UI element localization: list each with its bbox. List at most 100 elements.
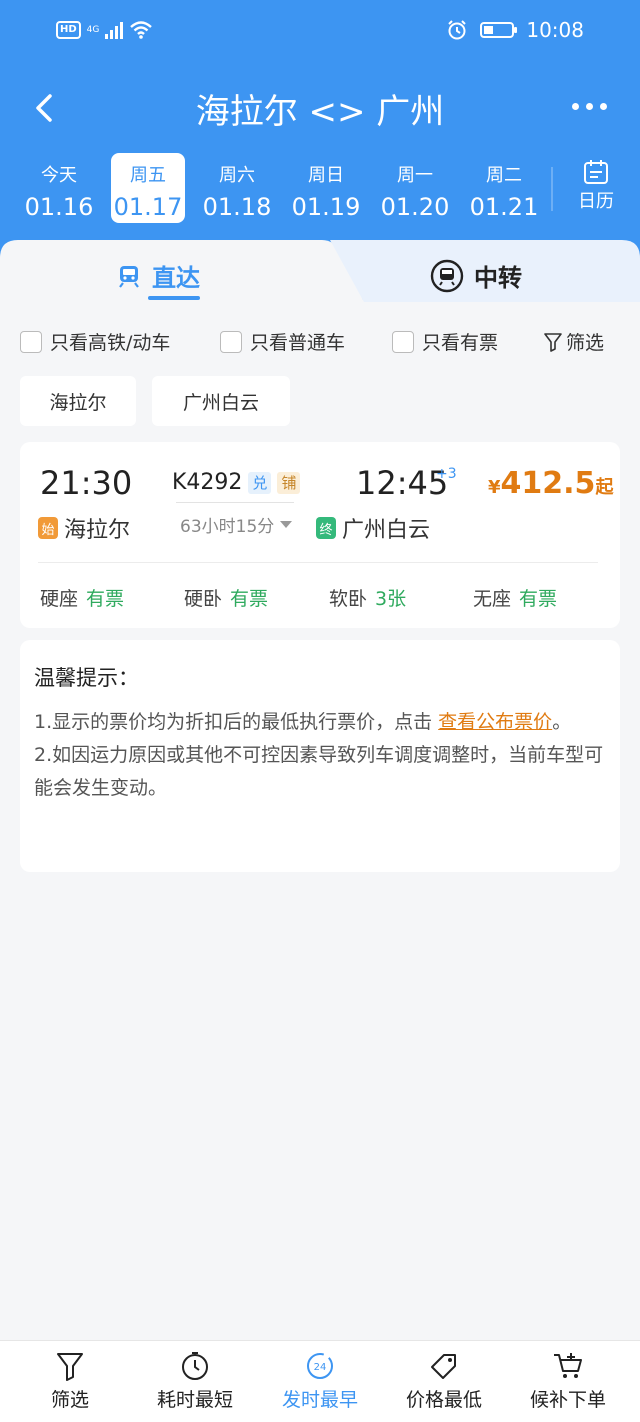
exchange-tag: 兑 — [248, 471, 272, 494]
more-button[interactable] — [572, 96, 612, 116]
seat-no-seat: 无座 有票 — [473, 584, 557, 611]
date-day: 01.20 — [380, 193, 450, 221]
tab-indicator — [148, 296, 200, 300]
duration-toggle[interactable]: 63小时15分 — [180, 512, 293, 537]
available-only-checkbox[interactable]: 只看有票 — [392, 328, 498, 355]
status-bar: HD 4G 10:08 — [0, 14, 640, 50]
bottom-label: 筛选 — [50, 1389, 89, 1411]
seat-type: 软卧 — [329, 588, 368, 610]
checkbox-box — [20, 330, 42, 353]
title-bar: 海拉尔 <> 广州 — [0, 80, 640, 136]
seat-status: 3张 — [375, 588, 407, 610]
tips-title: 温馨提示： — [34, 666, 139, 690]
price-tag-icon — [431, 1354, 456, 1379]
depart-time: 21:30 — [40, 464, 133, 502]
page-title: 海拉尔 <> 广州 — [195, 92, 445, 132]
svg-text:24: 24 — [314, 1362, 327, 1373]
date-tab[interactable]: 今天 01.16 — [22, 153, 96, 223]
tab-transfer-label: 中转 — [474, 264, 522, 292]
date-weekday: 今天 — [41, 165, 77, 186]
sort-earliest-button[interactable]: 24 发时最早 — [260, 1351, 380, 1412]
bottom-label: 耗时最短 — [156, 1389, 233, 1411]
days-plus: +3 — [436, 466, 457, 482]
from-station: 始 海拉尔 — [38, 512, 130, 544]
date-tab-selected[interactable]: 周五 01.17 — [111, 153, 185, 223]
to-station-name: 广州白云 — [342, 518, 431, 543]
train-number-group: K4292 兑 铺 — [172, 470, 301, 495]
filter-sort-button[interactable]: 筛选 — [10, 1351, 130, 1412]
train-icon — [119, 265, 139, 288]
checkbox-box — [220, 330, 242, 353]
funnel-icon — [544, 332, 562, 352]
calendar-button[interactable]: 日历 — [567, 159, 625, 213]
train-card[interactable]: 21:30 K4292 兑 铺 63小时15分 12:45 +3 ¥412.5起… — [20, 442, 620, 628]
date-tab[interactable]: 周二 01.21 — [467, 153, 541, 223]
waitlist-button[interactable]: 候补下单 — [508, 1351, 628, 1412]
network-label: 4G — [86, 24, 100, 35]
battery-icon — [480, 22, 518, 38]
tip-line-1: 1.显示的票价均为折扣后的最低执行票价，点击 查看公布票价。 — [34, 706, 606, 739]
checkbox-label: 只看有票 — [422, 332, 499, 354]
hd-badge: HD — [56, 21, 81, 39]
date-day: 01.16 — [24, 193, 94, 221]
seat-hard-seat: 硬座 有票 — [40, 584, 124, 611]
date-day: 01.17 — [113, 193, 183, 221]
seat-type: 硬卧 — [184, 588, 223, 610]
view-published-price-link[interactable]: 查看公布票价 — [438, 711, 552, 733]
seat-status: 有票 — [86, 588, 125, 610]
caret-down-icon — [280, 520, 293, 528]
date-tab[interactable]: 周六 01.18 — [200, 153, 274, 223]
tab-direct[interactable]: 直达 — [116, 258, 200, 293]
timer-icon — [182, 1352, 208, 1380]
tip-line-2: 2.如因运力原因或其他不可控因素导致列车调度调整时，当前车型可能会发生变动。 — [34, 744, 604, 799]
sort-cheapest-button[interactable]: 价格最低 — [384, 1351, 504, 1412]
alarm-icon — [448, 20, 467, 40]
date-weekday: 周二 — [486, 165, 522, 186]
divider — [38, 562, 598, 563]
station-chip-from[interactable]: 海拉尔 — [20, 376, 136, 426]
high-speed-checkbox[interactable]: 只看高铁/动车 — [20, 328, 170, 355]
date-day: 01.19 — [291, 193, 361, 221]
date-weekday: 周六 — [219, 165, 255, 186]
bottom-toolbar: 筛选 耗时最短 24 发时最早 价格最低 候补下单 — [0, 1340, 640, 1422]
filter-button[interactable]: 筛选 — [544, 328, 604, 355]
signal-icon — [105, 21, 124, 39]
date-day: 01.18 — [202, 193, 272, 221]
tip-text: 1.显示的票价均为折扣后的最低执行票价，点击 — [34, 711, 439, 733]
duration-text: 63小时15分 — [180, 517, 275, 537]
route-tabs: 直达 中转 — [0, 240, 640, 302]
date-weekday: 周日 — [308, 165, 344, 186]
tip-text-end: 。 — [552, 711, 572, 733]
status-time: 10:08 — [526, 18, 584, 42]
station-chip-to[interactable]: 广州白云 — [152, 376, 290, 426]
transfer-icon — [430, 259, 464, 292]
filter-row: 只看高铁/动车 只看普通车 只看有票 筛选 — [20, 328, 620, 358]
seat-status: 有票 — [230, 588, 269, 610]
seat-type: 无座 — [473, 588, 512, 610]
price-value: 412.5 — [500, 466, 596, 501]
from-station-name: 海拉尔 — [64, 518, 131, 543]
duration-line — [176, 502, 294, 503]
price: ¥412.5起 — [488, 466, 613, 501]
date-weekday: 周一 — [397, 165, 433, 186]
tab-transfer[interactable]: 中转 — [430, 258, 522, 293]
divider — [551, 167, 553, 211]
seat-soft-sleeper: 软卧 3张 — [329, 584, 406, 611]
cart-plus-icon — [554, 1353, 582, 1378]
calendar-label: 日历 — [578, 191, 614, 212]
berth-tag: 铺 — [277, 471, 301, 494]
wifi-icon — [130, 21, 153, 39]
date-tab[interactable]: 周日 01.19 — [289, 153, 363, 223]
to-station: 终 广州白云 — [316, 512, 430, 544]
sort-shortest-button[interactable]: 耗时最短 — [135, 1351, 255, 1412]
date-tab[interactable]: 周一 01.20 — [378, 153, 452, 223]
normal-train-checkbox[interactable]: 只看普通车 — [220, 328, 345, 355]
start-badge: 始 — [38, 517, 58, 539]
calendar-icon — [584, 160, 608, 184]
arrive-time: 12:45 — [356, 464, 449, 502]
tab-direct-label: 直达 — [152, 264, 200, 292]
clock-24-icon: 24 — [307, 1353, 333, 1379]
filter-label: 筛选 — [566, 332, 605, 354]
checkbox-box — [392, 330, 414, 353]
date-selector: 今天 01.16 周五 01.17 周六 01.18 周日 01.19 周一 0… — [15, 153, 625, 225]
